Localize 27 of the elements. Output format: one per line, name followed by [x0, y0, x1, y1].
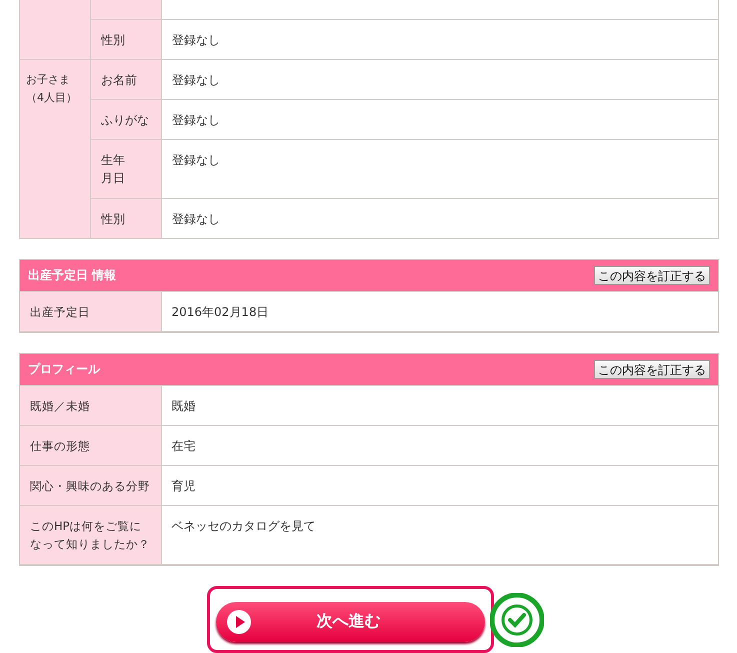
row-label: ふりがな	[101, 112, 149, 129]
row-label: お名前	[101, 72, 137, 89]
row-label: 関心・興味のある分野	[30, 478, 150, 495]
row-value: 育児	[172, 478, 196, 495]
row-label: 既婚／未婚	[30, 398, 90, 415]
section-title: プロフィール	[28, 361, 100, 378]
row-value: 登録なし	[172, 72, 220, 89]
next-button[interactable]: 次へ進む	[216, 602, 485, 642]
edit-button[interactable]: この内容を訂正する	[594, 266, 710, 285]
row-value: 在宅	[172, 438, 196, 455]
row-value: 登録なし	[172, 211, 220, 228]
row-label: 仕事の形態	[30, 438, 90, 455]
edit-button[interactable]: この内容を訂正する	[594, 360, 710, 379]
row-label: 性別	[101, 211, 125, 228]
row-value: 登録なし	[172, 32, 220, 49]
section-title: 出産予定日 情報	[28, 267, 116, 284]
row-label: 生年月日	[101, 152, 126, 187]
row-value: 2016年02月18日	[172, 304, 269, 321]
row-label: 性別	[101, 32, 125, 49]
row-value: 登録なし	[172, 112, 220, 129]
row-value: 既婚	[172, 398, 196, 415]
row-value: 登録なし	[172, 152, 220, 169]
row-label: このHPは何をご覧になって知りましたか？	[30, 518, 150, 553]
group-label: お子さま（4人目）	[26, 72, 78, 106]
play-icon	[226, 608, 252, 634]
row-value: ベネッセのカタログを見て	[172, 518, 316, 535]
row-label: 出産予定日	[30, 304, 90, 321]
